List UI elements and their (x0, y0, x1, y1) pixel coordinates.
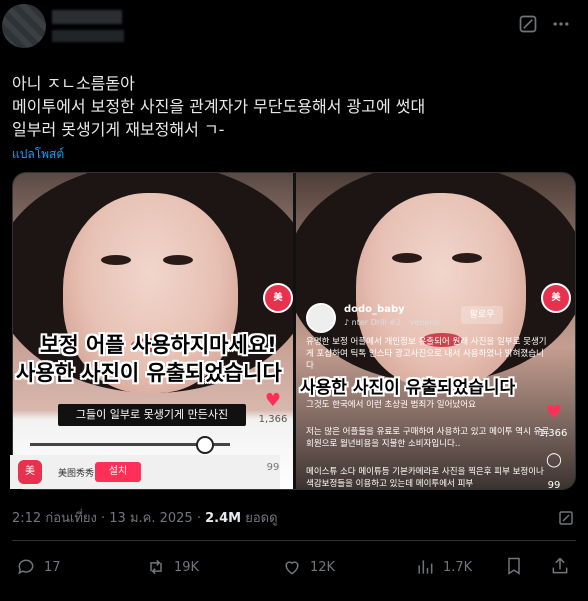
tweet-meta: 2:12 ก่อนเที่ยง · 13 ม.ค. 2025 · 2.4M ยอ… (12, 511, 278, 526)
divider (12, 540, 576, 541)
music-artist: veneris (409, 318, 439, 327)
like-count-left: 1,366 (258, 414, 288, 425)
reply-button[interactable]: 17 (16, 556, 61, 578)
views-count: 1.7K (443, 559, 473, 575)
share-icon[interactable] (550, 556, 570, 576)
like-count-right: 1,366 (538, 428, 568, 439)
more-options-icon[interactable] (550, 14, 572, 34)
app-name: 美图秀秀 (58, 469, 95, 479)
views-chart-icon (418, 560, 433, 574)
description-4: 메이스튜 소다 메이튜등 기본카메라로 사진을 찍은후 피부 보정이나 색감보정… (306, 467, 544, 489)
meitu-badge-icon: 美 (263, 283, 293, 313)
follow-button: 팔로우 (461, 306, 503, 324)
avatar[interactable] (2, 4, 46, 48)
comment-count-right: 99 (547, 480, 561, 491)
overlay-headline-1: 보정 어플 사용하지마세요! (40, 333, 277, 357)
description-1: 유명한 보정 어플에서 개인정보 유출되어 원래 사진을 일부로 못생기게 포샵… (306, 337, 547, 371)
grok-icon[interactable] (518, 14, 538, 34)
tweet-line-3: 일부러 못생기게 재보정해서 ㄱ- (12, 120, 225, 139)
overlay-headline-2: 사용한 사진이 유출되었습니다 (16, 361, 282, 385)
like-button[interactable]: 12K (282, 556, 335, 578)
heart-icon: ♥ (545, 402, 563, 423)
view-count: 2.4M (205, 511, 242, 526)
views-label: ยอดดู (245, 511, 278, 526)
comment-icon: ◯ (546, 452, 562, 468)
heart-icon: ♥ (264, 390, 282, 411)
views-button[interactable]: 1.7K (415, 556, 472, 578)
post-date[interactable]: 13 ม.ค. 2025 (109, 511, 192, 526)
description-2: 그것도 한국에서 이런 초상권 범죄가 일어났어요 (306, 400, 476, 410)
action-bar: 17 19K 12K 1.7K (12, 556, 576, 578)
display-name-redacted[interactable] (52, 10, 122, 24)
slider-thumb (196, 436, 214, 454)
reply-icon (18, 559, 34, 575)
bookmark-icon[interactable] (504, 556, 524, 576)
edit-history-icon[interactable] (557, 509, 575, 527)
post-time[interactable]: 2:12 ก่อนเที่ยง (12, 511, 97, 526)
reply-count: 17 (44, 559, 61, 575)
repost-icon (150, 559, 162, 575)
repost-button[interactable]: 19K (146, 556, 199, 578)
repost-count: 19K (174, 559, 200, 575)
music-info: ♪ nter Drill #2 veneris (344, 318, 439, 327)
profile-avatar (306, 303, 336, 333)
music-note-icon: ♪ (344, 318, 352, 327)
install-button: 설치 (95, 462, 141, 482)
tweet-text: 아니 ㅈㄴ소름돋아 메이투에서 보정한 사진을 관계자가 무단도용해서 광고에 … (12, 72, 572, 141)
image-caption: 그들이 일부로 못생기게 만든사진 (58, 404, 246, 426)
music-title: nter Drill #2 (351, 318, 402, 327)
handle-redacted[interactable] (52, 30, 124, 42)
app-ad-bar (10, 455, 280, 489)
description-3: 저는 많은 어플들을 유료로 구매하여 사용하고 있고 메이투 역시 유료회원으… (306, 427, 550, 449)
meitu-app-icon: 美 (18, 460, 42, 484)
heart-outline-icon (285, 561, 299, 575)
overlay-headline-right: 사용한 사진이 유출되었습니다 (300, 378, 516, 398)
tweet-line-2: 메이투에서 보정한 사진을 관계자가 무단도용해서 광고에 썻대 (12, 97, 426, 116)
tweet-line-1: 아니 ㅈㄴ소름돋아 (12, 74, 135, 93)
translate-post-link[interactable]: แปลโพสต์ (12, 145, 64, 164)
comment-count-left: 99 (266, 462, 280, 473)
like-count: 12K (310, 559, 336, 575)
meitu-badge-icon: 美 (541, 283, 571, 313)
profile-username: dodo_baby (344, 304, 405, 315)
